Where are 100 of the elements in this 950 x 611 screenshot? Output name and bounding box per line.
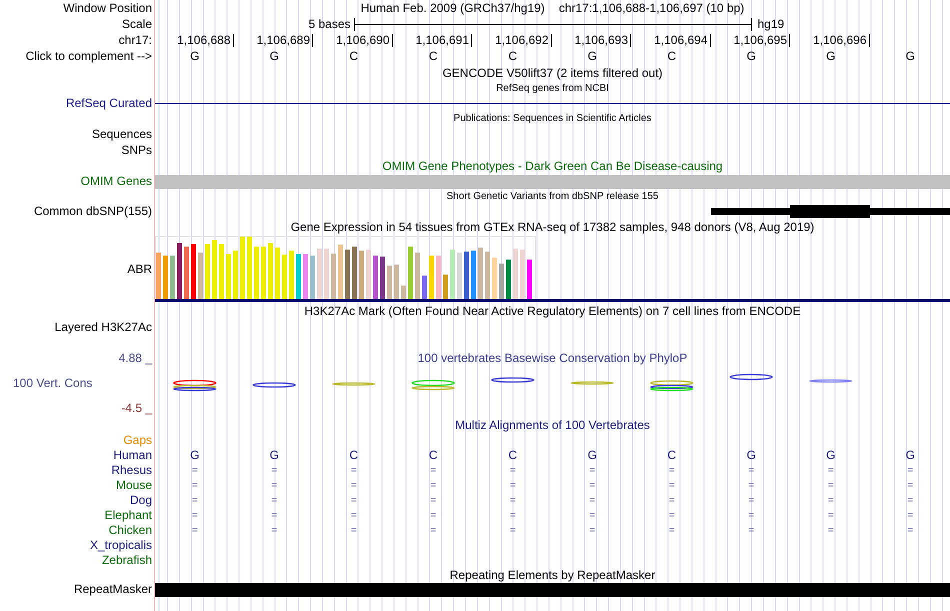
alignment-base: = bbox=[828, 524, 834, 537]
species-label[interactable]: Chicken bbox=[108, 523, 152, 538]
track-label[interactable]: RefSeq Curated bbox=[66, 96, 152, 111]
species-label[interactable]: X_tropicalis bbox=[90, 538, 152, 553]
species-label[interactable]: Elephant bbox=[104, 508, 152, 523]
row-label: chr17: bbox=[118, 32, 152, 48]
alignment-base: = bbox=[271, 479, 278, 492]
alignment-base: C bbox=[428, 449, 438, 462]
alignment-base: = bbox=[430, 464, 436, 477]
alignment-base: = bbox=[350, 494, 357, 507]
alignment-base: = bbox=[510, 479, 516, 492]
coordinate-label: 1,106,688 bbox=[177, 34, 234, 46]
alignment-base: = bbox=[350, 464, 357, 477]
alignment-base: = bbox=[748, 479, 754, 492]
alignment-base: = bbox=[748, 509, 754, 522]
alignment-base: = bbox=[350, 509, 357, 522]
track-subtitle: Short Genetic Variants from dbSNP release 155 bbox=[446, 190, 658, 204]
track-title: Repeating Elements by RepeatMasker bbox=[450, 568, 656, 582]
species-label[interactable]: Human bbox=[113, 448, 152, 463]
alignment-base: = bbox=[589, 479, 596, 492]
base-letter[interactable]: C bbox=[349, 50, 358, 63]
base-letter[interactable]: G bbox=[826, 50, 836, 63]
track-label[interactable]: Common dbSNP(155) bbox=[34, 204, 152, 219]
alignment-base: C bbox=[349, 449, 358, 462]
alignment-base: = bbox=[907, 464, 914, 477]
alignment-base: = bbox=[668, 494, 675, 507]
alignment-base: = bbox=[510, 464, 516, 477]
alignment-base: = bbox=[828, 464, 834, 477]
track-label[interactable]: ABR bbox=[127, 262, 152, 276]
alignment-base: = bbox=[668, 464, 675, 477]
alignment-base: G bbox=[588, 449, 597, 462]
alignment-base: = bbox=[430, 509, 436, 522]
alignment-base: = bbox=[510, 524, 516, 537]
track-label[interactable]: OMIM Genes bbox=[80, 174, 152, 189]
alignment-base: = bbox=[589, 464, 596, 477]
axis-max-label: 4.88 _ bbox=[118, 351, 152, 365]
species-label[interactable]: Mouse bbox=[116, 478, 152, 493]
alignment-base: = bbox=[668, 479, 675, 492]
alignment-base: = bbox=[192, 524, 198, 537]
row-label: Scale bbox=[122, 16, 152, 32]
alignment-base: = bbox=[907, 479, 914, 492]
track-label[interactable]: Layered H3K27Ac bbox=[54, 320, 152, 334]
coordinate-label: 1,106,693 bbox=[574, 34, 631, 46]
alignment-base: = bbox=[668, 509, 675, 522]
row-label[interactable]: Click to complement --> bbox=[26, 49, 152, 64]
alignment-base: = bbox=[907, 524, 914, 537]
alignment-base: = bbox=[192, 464, 198, 477]
base-letter[interactable]: G bbox=[746, 50, 756, 63]
track-subtitle: Publications: Sequences in Scientific Articles bbox=[454, 112, 652, 126]
alignment-base: = bbox=[192, 509, 198, 522]
alignment-base: G bbox=[190, 449, 200, 462]
track-label[interactable]: 100 Vert. Cons bbox=[0, 376, 92, 390]
coordinate-label: 1,106,694 bbox=[654, 34, 710, 46]
alignment-base: = bbox=[589, 509, 596, 522]
alignment-base: G bbox=[746, 449, 756, 462]
alignment-base: = bbox=[430, 494, 436, 507]
base-letter[interactable]: G bbox=[906, 50, 915, 63]
alignment-base: = bbox=[271, 524, 278, 537]
alignment-base: = bbox=[748, 494, 754, 507]
track-label[interactable]: Sequences bbox=[92, 126, 152, 142]
alignment-base: = bbox=[430, 524, 436, 537]
track-title: Gene Expression in 54 tissues from GTEx RNA-seq of 17382 samples, 948 donors (V8, Aug 2019) bbox=[290, 220, 814, 234]
track-label[interactable]: SNPs bbox=[121, 142, 152, 158]
axis-min-label: -4.5 _ bbox=[121, 401, 152, 415]
scale-label: 5 bases bbox=[308, 17, 350, 31]
base-letter[interactable]: G bbox=[270, 50, 279, 63]
base-letter[interactable]: C bbox=[428, 50, 438, 63]
track-title: GENCODE V50lift37 (2 items filtered out) bbox=[442, 66, 663, 80]
alignment-base: = bbox=[271, 509, 278, 522]
track-title: 100 vertebrates Basewise Conservation by PhyloP bbox=[418, 351, 688, 365]
row-label: Window Position bbox=[63, 0, 152, 16]
base-letter[interactable]: C bbox=[508, 50, 518, 63]
coordinate-label: 1,106,692 bbox=[495, 34, 552, 46]
alignment-base: = bbox=[192, 479, 198, 492]
assembly-label: hg19 bbox=[758, 17, 784, 31]
alignment-base: G bbox=[906, 449, 915, 462]
alignment-base: = bbox=[589, 494, 596, 507]
track-title: H3K27Ac Mark (Often Found Near Active Regulatory Elements) on 7 cell lines from ENCODE bbox=[304, 304, 801, 318]
alignment-base: = bbox=[192, 494, 198, 507]
track-label[interactable]: RepeatMasker bbox=[74, 582, 152, 597]
alignment-base: = bbox=[828, 494, 834, 507]
alignment-base: = bbox=[748, 524, 754, 537]
position-title: chr17:1,106,688-1,106,697 (10 bp) bbox=[558, 1, 744, 15]
base-letter[interactable]: C bbox=[667, 50, 676, 63]
coordinate-label: 1,106,691 bbox=[416, 34, 472, 46]
alignment-base: G bbox=[270, 449, 279, 462]
coordinate-label: 1,106,689 bbox=[256, 34, 313, 46]
species-label[interactable]: Zebrafish bbox=[102, 553, 152, 568]
alignment-base: = bbox=[510, 494, 516, 507]
base-letter[interactable]: G bbox=[588, 50, 597, 63]
alignment-base: = bbox=[828, 509, 834, 522]
alignment-base: = bbox=[589, 524, 596, 537]
coordinate-label: 1,106,696 bbox=[813, 34, 870, 46]
base-letter[interactable]: G bbox=[190, 50, 200, 63]
alignment-base: = bbox=[907, 494, 914, 507]
alignment-base: = bbox=[828, 479, 834, 492]
species-label[interactable]: Rhesus bbox=[111, 463, 152, 478]
alignment-base: = bbox=[510, 509, 516, 522]
alignment-base: = bbox=[271, 464, 278, 477]
species-label[interactable]: Dog bbox=[130, 493, 152, 508]
